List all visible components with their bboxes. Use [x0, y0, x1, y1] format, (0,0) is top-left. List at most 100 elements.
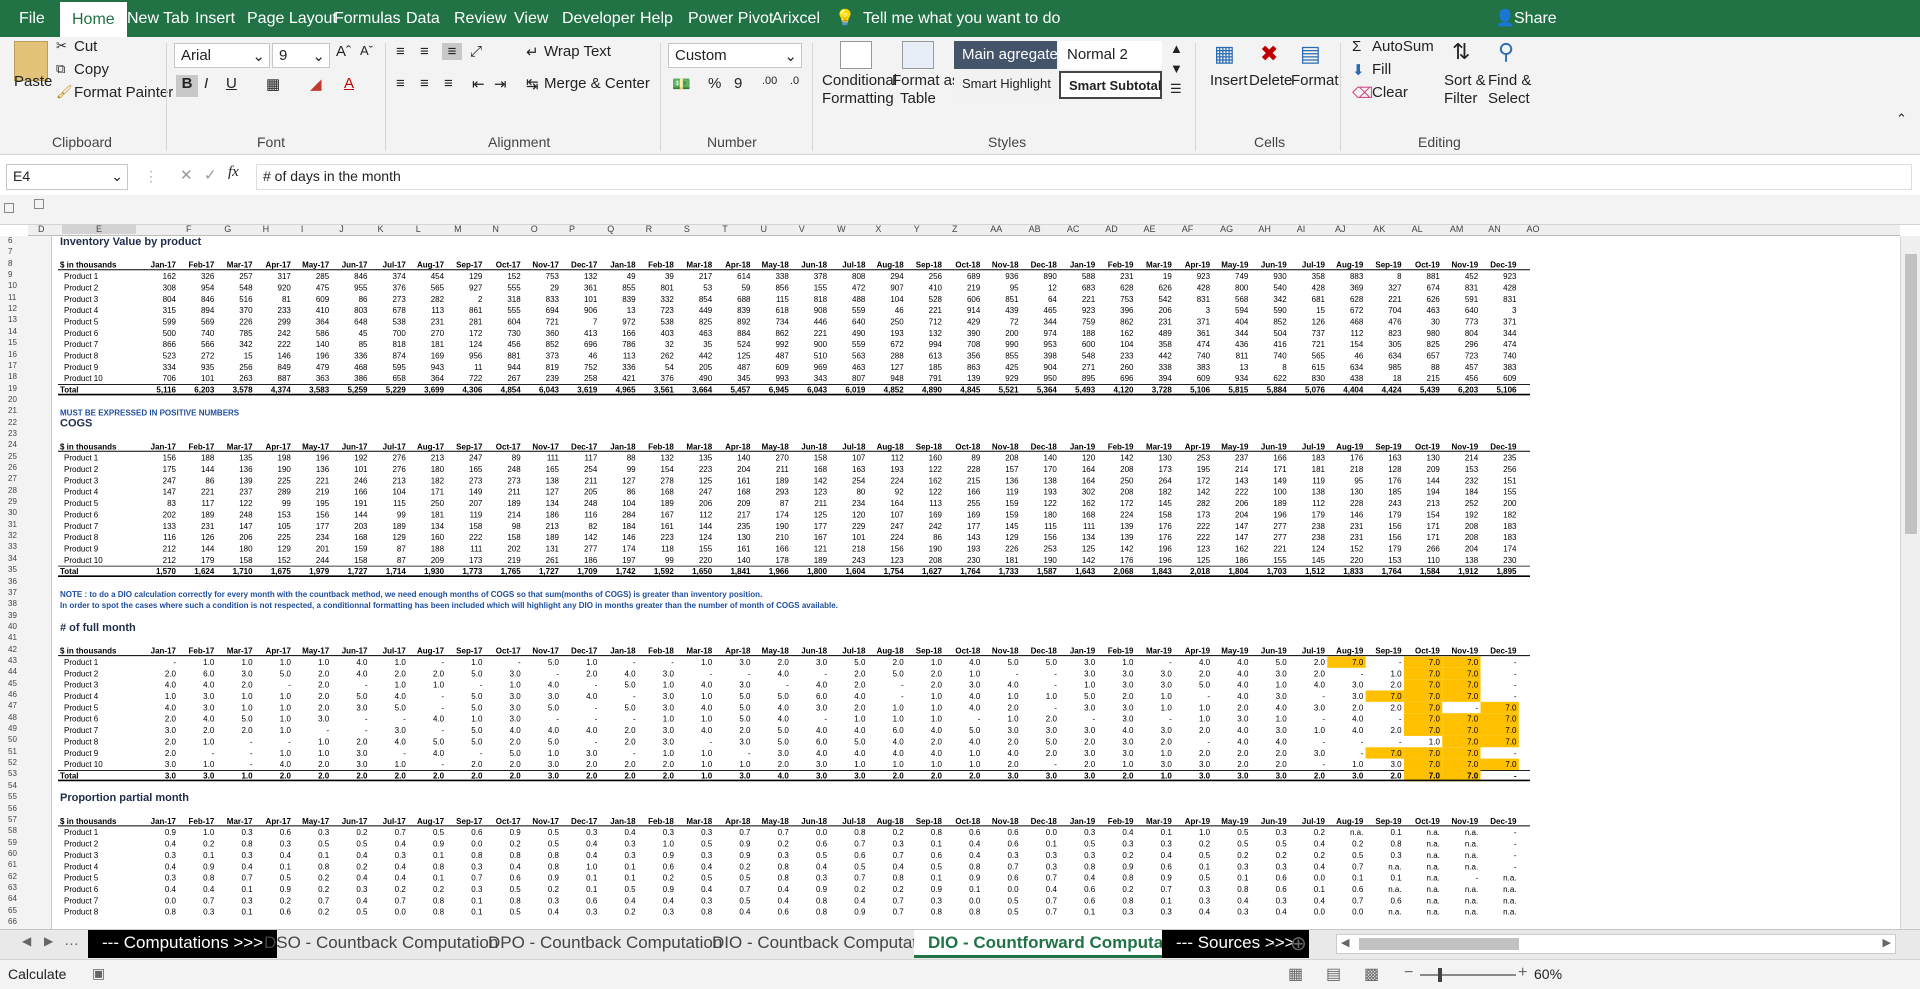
row-header[interactable]: 21	[8, 406, 17, 415]
align-middle-icon[interactable]: ≡	[420, 43, 429, 60]
currency-icon[interactable]: 💵	[672, 75, 691, 93]
column-header[interactable]: L	[416, 224, 421, 234]
sheet-tab-computations[interactable]: --- Computations >>>	[88, 930, 278, 958]
column-header[interactable]: AB	[1029, 224, 1041, 234]
column-header[interactable]: AM	[1450, 224, 1464, 234]
decrease-indent-icon[interactable]: ⇤	[472, 75, 485, 93]
column-header[interactable]: M	[454, 224, 462, 234]
scroll-right-icon[interactable]: ▶	[1883, 936, 1891, 949]
tab-formulas[interactable]: Formulas	[334, 0, 401, 37]
outline-level-2[interactable]	[34, 199, 44, 209]
row-header[interactable]: 64	[8, 894, 17, 903]
row-header[interactable]: 60	[8, 849, 17, 858]
row-header[interactable]: 25	[8, 452, 17, 461]
insert-cells-button[interactable]: Insert	[1210, 72, 1248, 89]
format-cells-button[interactable]: Format	[1291, 72, 1339, 89]
row-header[interactable]: 34	[8, 554, 17, 563]
row-header[interactable]: 11	[8, 293, 16, 302]
column-header[interactable]: Y	[914, 224, 920, 234]
tab-home[interactable]: Home	[60, 2, 127, 37]
align-top-icon[interactable]: ≡	[396, 43, 405, 60]
row-header[interactable]: 15	[8, 338, 17, 347]
zoom-out-icon[interactable]: −	[1404, 964, 1413, 982]
row-header[interactable]: 50	[8, 735, 17, 744]
tab-developer[interactable]: Developer	[562, 0, 635, 37]
column-header[interactable]: E	[62, 224, 137, 234]
paste-button[interactable]: Paste	[14, 73, 52, 90]
column-header[interactable]: AE	[1144, 224, 1156, 234]
row-header[interactable]: 8	[8, 259, 12, 268]
italic-button[interactable]: I	[204, 75, 208, 92]
wrap-text-button[interactable]: Wrap Text	[544, 43, 611, 60]
increase-decimal-icon[interactable]: .00	[762, 75, 777, 87]
row-header[interactable]: 46	[8, 690, 17, 699]
sheet-tab-sources[interactable]: --- Sources >>>	[1162, 930, 1309, 958]
zoom-slider-thumb[interactable]	[1438, 968, 1442, 982]
row-header[interactable]: 31	[8, 520, 17, 529]
fill-color-icon[interactable]: ◢	[310, 75, 322, 93]
row-header[interactable]: 66	[8, 917, 17, 926]
shrink-font-icon[interactable]: Aˇ	[360, 43, 373, 58]
find-select-button[interactable]: Find &	[1488, 72, 1531, 89]
borders-icon[interactable]: ▦	[266, 75, 280, 93]
font-size-select[interactable]: 9 ⌄	[272, 43, 330, 68]
column-header[interactable]: K	[378, 224, 384, 234]
format-as-table-button[interactable]: Format as	[892, 72, 960, 89]
scroll-left-icon[interactable]: ◀	[1341, 936, 1349, 949]
scroll-down-icon[interactable]: ▼	[1170, 61, 1183, 76]
sort-filter-button-line2[interactable]: Filter	[1444, 90, 1477, 107]
format-painter-button[interactable]: Format Painter	[74, 84, 173, 101]
row-header[interactable]: 54	[8, 781, 17, 790]
cut-button[interactable]: Cut	[74, 38, 97, 55]
column-header[interactable]: G	[224, 224, 231, 234]
column-header[interactable]: AI	[1297, 224, 1306, 234]
row-header[interactable]: 26	[8, 463, 17, 472]
column-header[interactable]: I	[301, 224, 304, 234]
row-header[interactable]: 30	[8, 508, 17, 517]
style-normal-2[interactable]: Normal 2	[1059, 41, 1162, 69]
column-header[interactable]: AO	[1527, 224, 1540, 234]
tab-data[interactable]: Data	[406, 0, 440, 37]
row-header[interactable]: 44	[8, 667, 17, 676]
column-header[interactable]: Q	[607, 224, 614, 234]
column-header[interactable]: O	[531, 224, 538, 234]
column-header[interactable]: X	[875, 224, 881, 234]
column-header[interactable]: U	[761, 224, 768, 234]
format-as-table-button-line2[interactable]: Table	[900, 90, 936, 107]
row-header[interactable]: 35	[8, 565, 17, 574]
zoom-in-icon[interactable]: +	[1518, 964, 1527, 982]
conditional-formatting-button-line2[interactable]: Formatting	[822, 90, 894, 107]
bold-button[interactable]: B	[176, 75, 198, 97]
row-header[interactable]: 43	[8, 656, 17, 665]
tab-power-pivot[interactable]: Power Pivot	[688, 0, 773, 37]
name-box[interactable]: E4 ⌄	[6, 164, 128, 190]
row-header[interactable]: 41	[8, 633, 17, 642]
column-header[interactable]: AG	[1220, 224, 1233, 234]
row-header[interactable]: 55	[8, 792, 17, 801]
align-right-icon[interactable]: ≡	[444, 75, 453, 92]
row-header[interactable]: 17	[8, 361, 17, 370]
style-smart-subtotal[interactable]: Smart Subtotal	[1059, 71, 1162, 99]
tab-file[interactable]: File	[19, 0, 45, 37]
row-header[interactable]: 63	[8, 883, 17, 892]
row-header[interactable]: 33	[8, 542, 17, 551]
decrease-decimal-icon[interactable]: .0	[790, 75, 799, 87]
tab-arixcel[interactable]: Arixcel	[772, 0, 820, 37]
row-header[interactable]: 45	[8, 679, 17, 688]
row-header[interactable]: 49	[8, 724, 17, 733]
sheet-tab-dso[interactable]: DSO - Countback Computation	[250, 930, 512, 958]
row-header[interactable]: 61	[8, 860, 17, 869]
increase-indent-icon[interactable]: ⇥	[494, 75, 507, 93]
column-header[interactable]: AN	[1488, 224, 1501, 234]
more-sheets-right-icon[interactable]: …	[1266, 932, 1281, 949]
tab-new-tab[interactable]: New Tab	[127, 0, 189, 37]
underline-button[interactable]: U	[226, 75, 237, 92]
column-header[interactable]: AC	[1067, 224, 1080, 234]
row-header[interactable]: 42	[8, 645, 17, 654]
column-header[interactable]: W	[837, 224, 846, 234]
column-header[interactable]: P	[569, 224, 575, 234]
tab-insert[interactable]: Insert	[195, 0, 235, 37]
horizontal-scrollbar[interactable]: ◀ ▶	[1336, 934, 1896, 954]
clear-button[interactable]: Clear	[1372, 84, 1408, 101]
row-header[interactable]: 58	[8, 826, 17, 835]
